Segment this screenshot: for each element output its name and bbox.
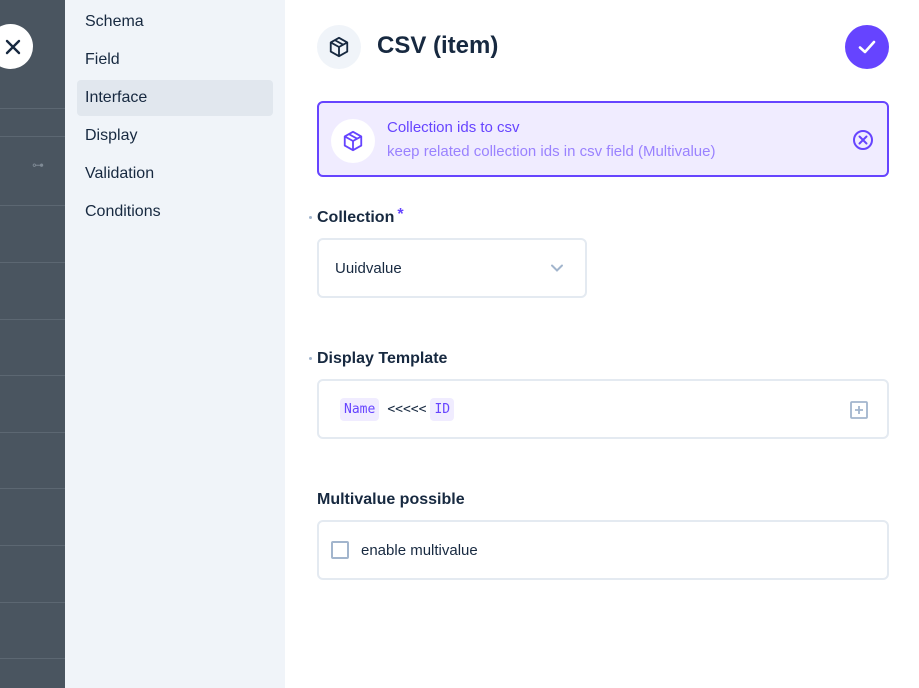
notice-icon-badge [331,119,375,163]
box-icon [343,130,363,152]
sidebar-item-interface[interactable]: Interface [77,80,273,116]
required-mark: * [397,206,404,223]
interface-name: Collection ids to csv [387,119,520,136]
save-button[interactable] [845,25,889,69]
multivalue-checkbox-label: enable multivalue [361,541,478,559]
label-dot [309,216,312,219]
add-field-icon[interactable] [849,400,869,420]
close-circle-icon[interactable] [851,128,875,152]
collection-select-value: Uuidvalue [335,259,402,277]
multivalue-label: Multivalue possible [317,491,465,508]
selected-interface-card[interactable]: Collection ids to csv keep related colle… [317,101,889,177]
display-template-label: Display Template [309,350,447,368]
multivalue-toggle[interactable]: enable multivalue [317,520,889,580]
display-template-input[interactable]: Name <<<<< ID [317,379,889,439]
sidebar-item-schema[interactable]: Schema [77,4,273,40]
box-icon [329,36,349,58]
collection-select[interactable]: Uuidvalue [317,238,587,298]
interface-description: keep related collection ids in csv field… [387,143,716,160]
collection-label: Collection * [309,206,404,227]
modal-backdrop: ⊶ [0,0,65,688]
template-separator: <<<<< [387,401,427,417]
link-icon: ⊶ [32,158,44,172]
header-icon-badge [317,25,361,69]
main-panel: CSV (item) Collection ids to csv keep re… [285,0,919,688]
check-icon [858,40,876,54]
sidebar-item-display[interactable]: Display [77,118,273,154]
multivalue-checkbox[interactable] [331,541,349,559]
template-chip-name[interactable]: Name [340,397,380,421]
sidebar-nav: Schema Field Interface Display Validatio… [65,0,285,688]
sidebar-item-conditions[interactable]: Conditions [77,194,273,230]
sidebar-item-validation[interactable]: Validation [77,156,273,192]
sidebar-item-field[interactable]: Field [77,42,273,78]
chevron-down-icon [551,264,563,272]
page-title: CSV (item) [377,32,499,59]
template-chip-id[interactable]: ID [430,397,455,421]
close-icon [5,39,21,54]
label-dot [309,357,312,360]
